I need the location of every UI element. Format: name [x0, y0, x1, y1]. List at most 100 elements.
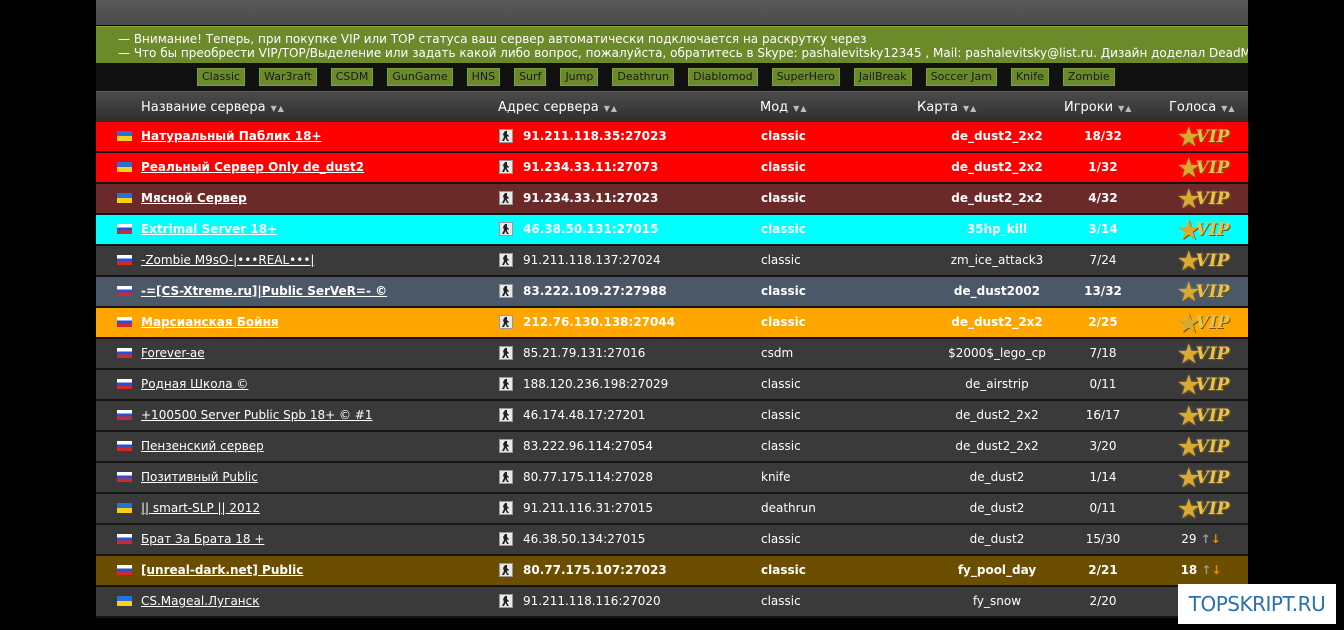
server-name-link[interactable]: Мясной Сервер	[141, 184, 247, 213]
server-players: 2/20	[1089, 594, 1117, 608]
ukraine-flag-icon	[117, 162, 132, 172]
mod-filter-surf[interactable]: Surf	[514, 68, 547, 86]
server-name-link[interactable]: Forever-ae	[141, 339, 205, 368]
top-bar	[96, 0, 1248, 26]
russia-flag-icon	[117, 317, 132, 327]
server-name-link[interactable]: Марсианская Бойня	[141, 308, 279, 337]
server-name-link[interactable]: Натуральный Паблик 18+	[141, 122, 322, 151]
server-name-link[interactable]: Брат За Брата 18 +	[141, 525, 264, 554]
server-mod: classic	[761, 315, 806, 329]
mod-filter-bar: Classic War3raft CSDM GunGame HNS Surf Jump Dea…	[96, 63, 1248, 91]
server-name-link[interactable]: || smart-SLP || 2012	[141, 494, 260, 523]
vote-down-arrow-icon[interactable]: ↓	[1211, 563, 1221, 577]
counter-strike-icon[interactable]	[499, 532, 513, 546]
mod-filter-diablomod[interactable]: Diablomod	[688, 68, 758, 86]
notice-line-2: — Что бы преобрести VIP/TOP/Выделение ил…	[118, 46, 1248, 60]
server-mod: deathrun	[761, 501, 816, 515]
russia-flag-icon	[117, 286, 132, 296]
vip-badge-icon: ★ VIP	[1178, 249, 1236, 273]
table-row: CS.Mageal.Луганск 91.211.118.116:27020 cla…	[96, 587, 1248, 618]
counter-strike-icon[interactable]	[499, 160, 513, 174]
column-header-votes[interactable]: Голоса ▼▲	[1169, 100, 1236, 115]
server-name-link[interactable]: Реальный Сервер Only de_dust2	[141, 153, 364, 182]
sort-icon[interactable]: ▼▲	[1221, 104, 1235, 113]
counter-strike-icon[interactable]	[499, 253, 513, 267]
mod-filter-csdm[interactable]: CSDM	[330, 68, 374, 86]
server-address: 91.211.116.31:27015	[523, 501, 654, 515]
server-name-link[interactable]: -=[CS-Xtreme.ru]|Public SerVeR=- ©	[141, 277, 387, 306]
mod-filter-soccer-jam[interactable]: Soccer Jam	[925, 68, 997, 86]
server-players: 0/11	[1089, 377, 1117, 391]
vip-label: VIP	[1195, 499, 1230, 519]
server-name-link[interactable]: [unreal-dark.net] Public	[141, 556, 303, 585]
mod-filter-hns[interactable]: HNS	[466, 68, 501, 86]
vip-badge-icon: ★ VIP	[1178, 435, 1236, 459]
mod-filter-jailbreak[interactable]: JailBreak	[853, 68, 912, 86]
counter-strike-icon[interactable]	[499, 129, 513, 143]
counter-strike-icon[interactable]	[499, 315, 513, 329]
mod-filter-superhero[interactable]: SuperHero	[771, 68, 840, 86]
server-name-link[interactable]: Extrimal Server 18+	[141, 215, 277, 244]
sort-icon[interactable]: ▼▲	[793, 104, 807, 113]
russia-flag-icon	[117, 534, 132, 544]
server-mod: classic	[761, 284, 806, 298]
mod-filter-deathrun[interactable]: Deathrun	[612, 68, 675, 86]
counter-strike-icon[interactable]	[499, 377, 513, 391]
vip-label: VIP	[1195, 220, 1230, 240]
column-header-address[interactable]: Адрес сервера ▼▲	[498, 100, 618, 115]
counter-strike-icon[interactable]	[499, 594, 513, 608]
mod-filter-gungame[interactable]: GunGame	[387, 68, 453, 86]
counter-strike-icon[interactable]	[499, 501, 513, 515]
sort-icon[interactable]: ▼▲	[604, 104, 618, 113]
server-mod: classic	[761, 191, 806, 205]
counter-strike-icon[interactable]	[499, 191, 513, 205]
server-players: 18/32	[1084, 129, 1122, 143]
counter-strike-icon[interactable]	[499, 346, 513, 360]
server-list-panel: — Внимание! Теперь, при покупке VIP или …	[96, 0, 1248, 630]
mod-filter-classic[interactable]: Classic	[197, 68, 246, 86]
server-mod: classic	[761, 408, 801, 422]
server-name-link[interactable]: CS.Mageal.Луганск	[141, 587, 260, 616]
vote-count: 29 ↑↓	[1171, 525, 1231, 554]
server-name-link[interactable]: Позитивный Public	[141, 463, 258, 492]
vote-up-arrow-icon[interactable]: ↑	[1201, 563, 1211, 577]
server-name-link[interactable]: +100500 Server Public Spb 18+ © #1	[141, 401, 372, 430]
server-mod: classic	[761, 439, 801, 453]
server-name-link[interactable]: Родная Школа ©	[141, 370, 248, 399]
russia-flag-icon	[117, 348, 132, 358]
counter-strike-icon[interactable]	[499, 470, 513, 484]
mod-filter-knife[interactable]: Knife	[1010, 68, 1049, 86]
vip-label: VIP	[1195, 375, 1230, 395]
mod-filter-zombie[interactable]: Zombie	[1062, 68, 1115, 86]
server-mod: classic	[761, 222, 806, 236]
vote-down-arrow-icon[interactable]: ↓	[1211, 532, 1221, 546]
mod-filter-jump[interactable]: Jump	[560, 68, 599, 86]
counter-strike-icon[interactable]	[499, 563, 513, 577]
server-players: 4/32	[1088, 191, 1118, 205]
column-header-map[interactable]: Карта ▼▲	[917, 100, 977, 115]
counter-strike-icon[interactable]	[499, 284, 513, 298]
sort-icon[interactable]: ▼▲	[963, 104, 977, 113]
server-address: 91.211.118.116:27020	[523, 594, 661, 608]
counter-strike-icon[interactable]	[499, 439, 513, 453]
counter-strike-icon[interactable]	[499, 408, 513, 422]
column-header-players[interactable]: Игроки ▼▲	[1064, 100, 1132, 115]
server-name-link[interactable]: -Zombie M9sO-|•••REAL•••|	[141, 246, 314, 275]
server-mod: classic	[761, 160, 806, 174]
vote-number: 29	[1181, 532, 1197, 546]
vip-label: VIP	[1195, 406, 1230, 426]
column-header-mod[interactable]: Мод ▼▲	[760, 100, 807, 115]
column-header-name[interactable]: Название сервера ▼▲	[141, 100, 285, 115]
mod-filter-war3raft[interactable]: War3raft	[259, 68, 317, 86]
sort-icon[interactable]: ▼▲	[1118, 104, 1132, 113]
table-row: Позитивный Public 80.77.175.114:27028 knif…	[96, 463, 1248, 494]
ukraine-flag-icon	[117, 193, 132, 203]
counter-strike-icon[interactable]	[499, 222, 513, 236]
server-players: 2/21	[1088, 563, 1118, 577]
server-name-link[interactable]: Пензенский сервер	[141, 432, 264, 461]
sort-icon[interactable]: ▼▲	[271, 104, 285, 113]
vote-up-arrow-icon[interactable]: ↑	[1201, 532, 1211, 546]
ukraine-flag-icon	[117, 596, 132, 606]
ukraine-flag-icon	[117, 131, 132, 141]
vote-number: 18	[1180, 563, 1198, 577]
